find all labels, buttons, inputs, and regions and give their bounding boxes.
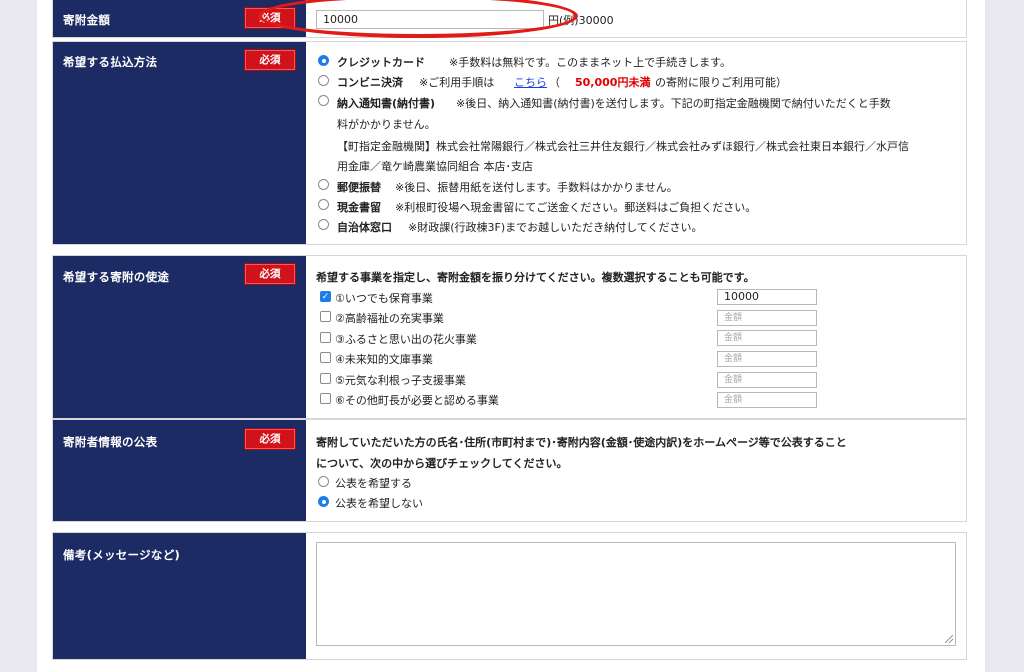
remarks-header: 備考(メッセージなど) (53, 533, 306, 659)
publication-no-label[interactable]: 公表を希望しない (335, 495, 423, 511)
usage-row: 希望する寄附の使途 必須 希望する事業を指定し、寄附金額を振り分けてください。複… (52, 255, 967, 419)
usage-5-label[interactable]: ⑤元気な利根っ子支援事業 (335, 372, 466, 388)
remarks-label: 備考(メッセージなど) (63, 548, 181, 562)
payment-label: 希望する払込方法 (63, 55, 158, 69)
donation-form: 寄附金額 必須 10000 円(例)30000 希望する払込方法 必須 クレジッ… (37, 0, 985, 672)
publication-row: 寄附者情報の公表 必須 寄附していただいた方の氏名･住所(市町村まで)･寄附内容… (52, 419, 967, 522)
publication-text-line1: 寄附していただいた方の氏名･住所(市町村まで)･寄附内容(金額･使途内訳)をホー… (316, 436, 847, 449)
payment-header: 希望する払込方法 必須 (53, 42, 306, 244)
payment-body: クレジットカード ※手数料は無料です。このままネット上で手続きします。 コンビニ… (306, 42, 966, 244)
remarks-textarea[interactable] (316, 542, 956, 646)
usage-1-checkbox[interactable]: ✓ (320, 291, 331, 302)
payment-invoice-note: ※後日、納入通知書(納付書)を送付します。下記の町指定金融機関で納付いただくと手… (456, 97, 891, 110)
publication-text-line2: について、次の中から選びチェックしてください。 (316, 457, 568, 470)
usage-6-checkbox[interactable] (320, 393, 331, 404)
publication-yes-label[interactable]: 公表を希望する (335, 475, 412, 491)
payment-convenience-radio[interactable] (318, 75, 329, 86)
usage-4-amount-input[interactable]: 金額 (717, 351, 817, 367)
payment-registered-mail-radio[interactable] (318, 199, 329, 210)
payment-postal-note: ※後日、振替用紙を送付します。手数料はかかりません。 (395, 181, 678, 194)
usage-3-label[interactable]: ③ふるさと思い出の花火事業 (335, 331, 477, 347)
convenience-paren: （ (549, 76, 560, 89)
usage-2-amount-input[interactable]: 金額 (717, 310, 817, 326)
payment-banks-line1: 【町指定金融機関】株式会社常陽銀行／株式会社三井住友銀行／株式会社みずほ銀行／株… (337, 140, 909, 153)
required-badge: 必須 (244, 49, 296, 71)
payment-registered-mail-note: ※利根町役場へ現金書留にてご送金ください。郵送料はご負担ください。 (395, 201, 757, 214)
usage-body: 希望する事業を指定し、寄附金額を振り分けてください。複数選択することも可能です。… (306, 256, 966, 418)
payment-counter-label[interactable]: 自治体窓口 (337, 219, 392, 235)
usage-1-amount-input[interactable]: 10000 (717, 289, 817, 305)
payment-row: 希望する払込方法 必須 クレジットカード ※手数料は無料です。このままネット上で… (52, 41, 967, 245)
publication-header: 寄附者情報の公表 必須 (53, 420, 306, 521)
usage-header: 希望する寄附の使途 必須 (53, 256, 306, 418)
amount-label: 寄附金額 (63, 13, 111, 27)
convenience-limit: 50,000円未満 (575, 76, 651, 89)
payment-counter-note: ※財政課(行政棟3F)までお越しいただき納付してください。 (408, 221, 703, 234)
usage-instruction: 希望する事業を指定し、寄附金額を振り分けてください。複数選択することも可能です。 (316, 271, 755, 284)
convenience-guide-link[interactable]: こちら (514, 74, 547, 90)
usage-6-amount-input[interactable]: 金額 (717, 392, 817, 408)
payment-invoice-label[interactable]: 納入通知書(納付書) (337, 95, 435, 111)
publication-label: 寄附者情報の公表 (63, 435, 158, 449)
usage-5-amount-input[interactable]: 金額 (717, 372, 817, 388)
remarks-body (306, 533, 966, 659)
amount-row: 寄附金額 必須 10000 円(例)30000 (52, 0, 967, 38)
usage-label: 希望する寄附の使途 (63, 270, 170, 284)
payment-registered-mail-label[interactable]: 現金書留 (337, 199, 381, 215)
publication-body: 寄附していただいた方の氏名･住所(市町村まで)･寄附内容(金額･使途内訳)をホー… (306, 420, 966, 521)
usage-1-label[interactable]: ①いつでも保育事業 (335, 290, 433, 306)
payment-convenience-note: ※ご利用手順は (419, 76, 495, 89)
payment-convenience-label[interactable]: コンビニ決済 (337, 74, 403, 90)
usage-4-checkbox[interactable] (320, 352, 331, 363)
required-badge: 必須 (244, 263, 296, 285)
remarks-row: 備考(メッセージなど) (52, 532, 967, 660)
convenience-limit-note: の寄附に限りご利用可能） (655, 76, 787, 89)
payment-credit-radio[interactable] (318, 55, 329, 66)
payment-credit-note: ※手数料は無料です。このままネット上で手続きします。 (449, 56, 732, 69)
payment-postal-radio[interactable] (318, 179, 329, 190)
payment-invoice-note2: 料がかかりません。 (337, 118, 436, 131)
usage-3-amount-input[interactable]: 金額 (717, 330, 817, 346)
resize-grip-icon[interactable] (945, 635, 953, 643)
usage-3-checkbox[interactable] (320, 332, 331, 343)
usage-2-checkbox[interactable] (320, 311, 331, 322)
required-badge: 必須 (244, 428, 296, 450)
usage-5-checkbox[interactable] (320, 373, 331, 384)
usage-2-label[interactable]: ②高齢福祉の充実事業 (335, 310, 444, 326)
payment-banks-line2: 用金庫／竜ケ崎農業協同組合 本店･支店 (337, 160, 533, 173)
payment-counter-radio[interactable] (318, 219, 329, 230)
usage-6-label[interactable]: ⑥その他町長が必要と認める事業 (335, 392, 499, 408)
publication-no-radio[interactable] (318, 496, 329, 507)
publication-yes-radio[interactable] (318, 476, 329, 487)
payment-postal-label[interactable]: 郵便振替 (337, 179, 381, 195)
payment-credit-label[interactable]: クレジットカード (337, 54, 425, 70)
payment-invoice-radio[interactable] (318, 95, 329, 106)
usage-4-label[interactable]: ④未来知的文庫事業 (335, 351, 433, 367)
